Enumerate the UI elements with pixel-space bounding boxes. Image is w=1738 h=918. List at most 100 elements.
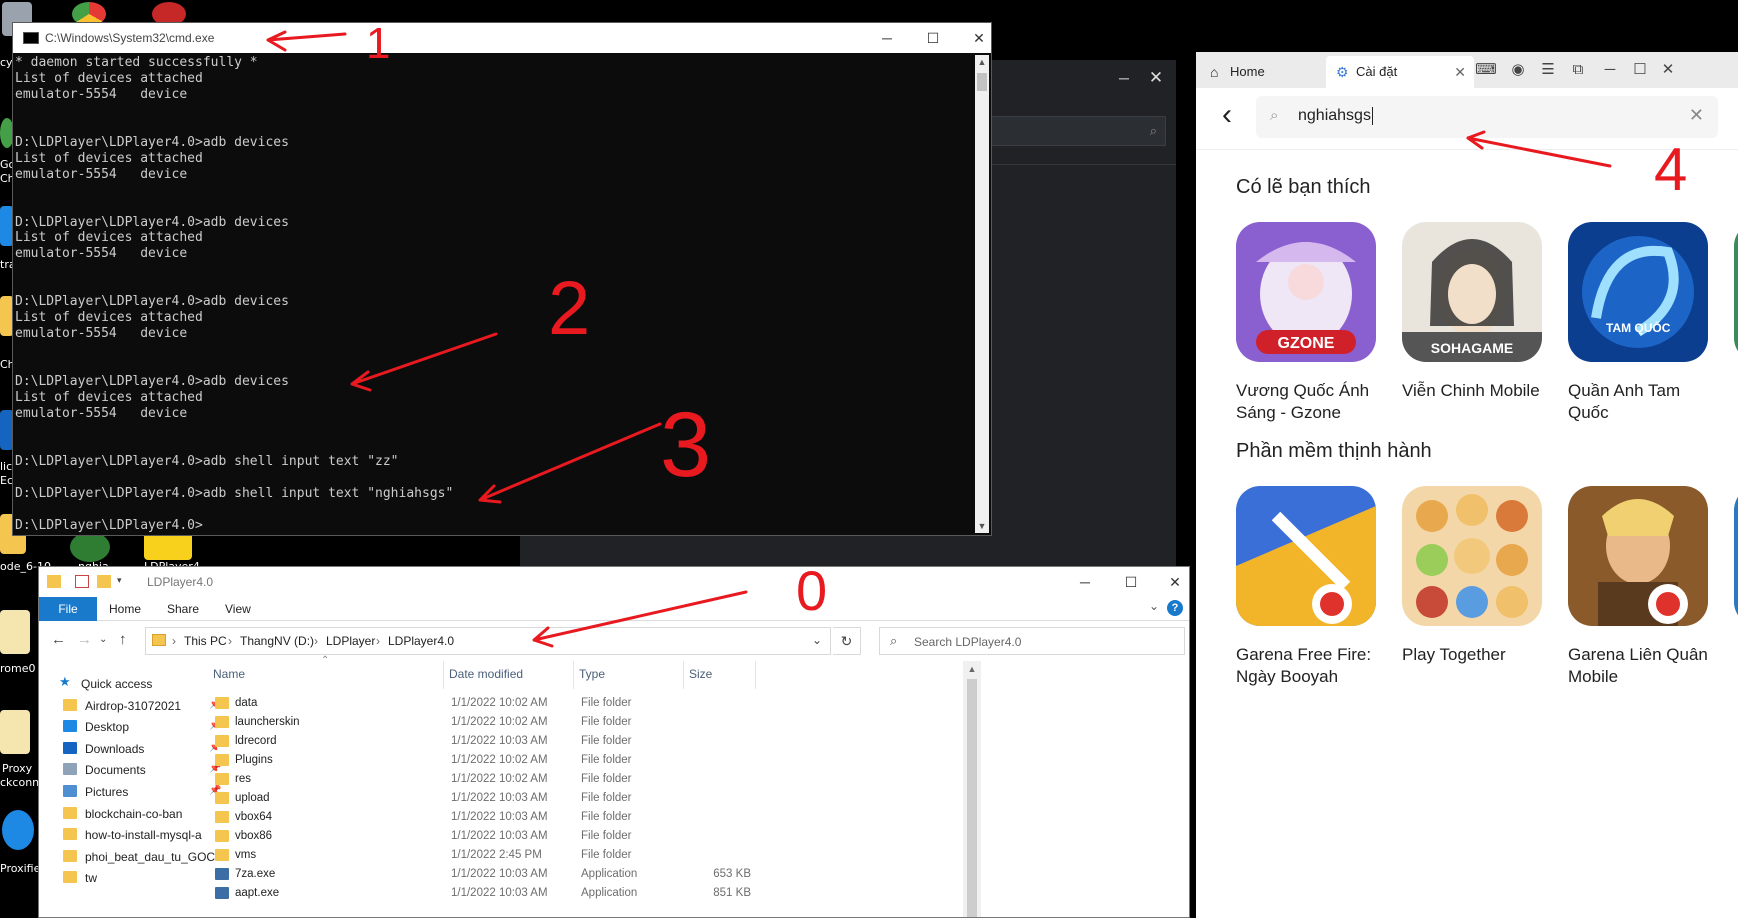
folder-icon	[47, 575, 61, 588]
search-text: nghiahsgs	[1298, 107, 1371, 125]
scroll-up-icon[interactable]: ▲	[963, 661, 981, 677]
maximize-button[interactable]: ☐	[1121, 573, 1141, 591]
folder-icon[interactable]	[0, 710, 30, 754]
nav-label: Pictures	[85, 785, 129, 799]
file-type: File folder	[581, 811, 632, 823]
file-row[interactable]: 7za.exe 1/1/2022 10:03 AM Application 653 K…	[211, 864, 961, 885]
nav-label: how-to-install-mysql-a	[85, 828, 202, 843]
folder-icon[interactable]	[0, 610, 30, 654]
recent-locations-icon[interactable]: ⌄	[99, 634, 107, 645]
chevron-down-icon[interactable]: ⌄	[812, 633, 822, 647]
explorer-titlebar[interactable]: ▾ LDPlayer4.0 ─ ☐ ✕	[39, 567, 1189, 597]
cmd-titlebar[interactable]: C:\Windows\System32\cmd.exe ─ ☐ ✕	[13, 23, 991, 53]
section-title: Có lẽ bạn thích	[1236, 176, 1371, 198]
column-header-size[interactable]: Size	[689, 667, 712, 689]
maximize-button[interactable]: ☐	[923, 29, 943, 47]
app-icon	[215, 887, 229, 899]
refresh-button[interactable]: ↻	[833, 627, 861, 655]
gamepad-icon[interactable]: ⌨	[1474, 58, 1498, 82]
account-icon[interactable]: ◉	[1506, 58, 1530, 82]
column-header-name[interactable]: Name	[213, 667, 245, 689]
tab-home-label: Home	[1230, 64, 1265, 79]
file-row[interactable]: res 1/1/2022 10:02 AM File folder	[211, 769, 961, 790]
file-name: data	[235, 697, 258, 709]
clear-icon[interactable]: ✕	[1689, 105, 1704, 126]
expand-ribbon-icon[interactable]: ⌄	[1149, 599, 1159, 613]
help-icon[interactable]: ?	[1167, 600, 1183, 616]
scroll-up-icon[interactable]: ▲	[975, 55, 989, 69]
back-icon[interactable]: ‹	[1222, 100, 1232, 130]
minimize-icon[interactable]: ─	[1114, 70, 1134, 90]
gear-icon: ⚙	[1336, 64, 1349, 80]
ribbon-tab-share[interactable]: Share	[167, 597, 199, 621]
maximize-icon[interactable]: ☐	[1628, 58, 1652, 82]
explorer-title: LDPlayer4.0	[147, 575, 214, 589]
file-date: 1/1/2022 10:02 AM	[451, 716, 548, 728]
file-row[interactable]: aapt.exe 1/1/2022 10:03 AM Application 851 …	[211, 883, 961, 904]
background-search-input[interactable]: ⌕	[990, 116, 1166, 146]
ribbon-tab-view[interactable]: View	[225, 597, 251, 621]
breadcrumb-drive[interactable]: ThangNV (D:)	[240, 634, 314, 648]
close-tab-icon[interactable]: ✕	[1454, 56, 1466, 88]
column-separator[interactable]	[755, 661, 756, 689]
forward-arrow-icon[interactable]: →	[77, 631, 92, 648]
file-name: vbox86	[235, 830, 273, 842]
app-badge: GZONE	[1278, 335, 1335, 352]
ribbon-tab-home[interactable]: Home	[109, 597, 141, 621]
file-row[interactable]: data 1/1/2022 10:02 AM File folder	[211, 693, 961, 714]
new-folder-icon[interactable]	[97, 575, 111, 588]
close-button[interactable]: ✕	[1165, 573, 1185, 591]
column-separator[interactable]	[683, 661, 684, 689]
properties-icon[interactable]	[75, 575, 89, 588]
minimize-button[interactable]: ─	[877, 29, 897, 47]
scrollbar-thumb[interactable]	[967, 679, 977, 917]
store-topbar: ⌂ Home ⚙ Cài đặt ✕ ⌨ ◉ ☰ ⧉ ─ ☐ ✕	[1196, 52, 1738, 88]
close-icon[interactable]: ✕	[1656, 58, 1680, 82]
breadcrumb-ldplayer[interactable]: LDPlayer	[326, 634, 375, 648]
scroll-down-icon[interactable]: ▼	[975, 519, 989, 533]
minimize-button[interactable]: ─	[1075, 573, 1095, 591]
screenshot-icon[interactable]: ⧉	[1566, 58, 1590, 82]
breadcrumb-separator: ›	[228, 634, 232, 648]
ribbon-tab-file[interactable]: File	[39, 597, 97, 621]
close-button[interactable]: ✕	[969, 29, 989, 47]
up-arrow-icon[interactable]: ↑	[119, 631, 127, 648]
proxifier-icon[interactable]	[2, 810, 34, 850]
file-row[interactable]: vbox64 1/1/2022 10:03 AM File folder	[211, 807, 961, 828]
column-header-date[interactable]: Date modified	[449, 667, 523, 689]
app-name: Garena Liên Quân Mobile	[1568, 645, 1708, 686]
breadcrumb-current[interactable]: LDPlayer4.0	[388, 634, 454, 648]
tab-home[interactable]: ⌂ Home	[1206, 56, 1316, 88]
nav-label: tw	[85, 871, 97, 886]
file-row[interactable]: launcherskin 1/1/2022 10:02 AM File folder	[211, 712, 961, 733]
store-search-input[interactable]: ⌕ nghiahsgs ✕	[1256, 96, 1718, 138]
file-row[interactable]: ldrecord 1/1/2022 10:03 AM File folder	[211, 731, 961, 752]
search-value: nghiahsgs	[1298, 107, 1373, 125]
file-date: 1/1/2022 10:02 AM	[451, 754, 548, 766]
file-date: 1/1/2022 10:03 AM	[451, 811, 548, 823]
column-header-type[interactable]: Type	[579, 667, 605, 689]
file-row[interactable]: upload 1/1/2022 10:03 AM File folder	[211, 788, 961, 809]
breadcrumb-this-pc[interactable]: This PC	[184, 634, 227, 648]
column-separator[interactable]	[573, 661, 574, 689]
back-arrow-icon[interactable]: ←	[51, 631, 66, 648]
file-list-scrollbar[interactable]: ▲	[963, 661, 981, 917]
explorer-search-input[interactable]: ⌕ Search LDPlayer4.0	[879, 627, 1185, 655]
tab-settings[interactable]: ⚙ Cài đặt ✕	[1326, 56, 1474, 88]
address-bar[interactable]: › This PC › ThangNV (D:) › LDPlayer › LD…	[145, 627, 831, 655]
scrollbar-thumb[interactable]	[977, 73, 987, 91]
menu-icon[interactable]: ☰	[1536, 58, 1560, 82]
user-icon[interactable]	[70, 532, 110, 562]
minimize-icon[interactable]: ─	[1598, 58, 1622, 82]
file-row[interactable]: Plugins 1/1/2022 10:02 AM File folder	[211, 750, 961, 771]
file-row[interactable]: vms 1/1/2022 2:45 PM File folder	[211, 845, 961, 866]
customize-toolbar-icon[interactable]: ▾	[117, 575, 125, 588]
column-separator[interactable]	[443, 661, 444, 689]
navigation-pane: ★ Quick access Airdrop-31072021📌Desktop📌…	[39, 661, 221, 917]
file-date: 1/1/2022 10:03 AM	[451, 735, 548, 747]
close-icon[interactable]: ✕	[1146, 68, 1166, 88]
console-scrollbar[interactable]: ▲ ▼	[975, 55, 989, 533]
console-output[interactable]: * daemon started successfully * List of …	[15, 55, 975, 533]
folder-icon	[63, 828, 77, 841]
file-row[interactable]: vbox86 1/1/2022 10:03 AM File folder	[211, 826, 961, 847]
